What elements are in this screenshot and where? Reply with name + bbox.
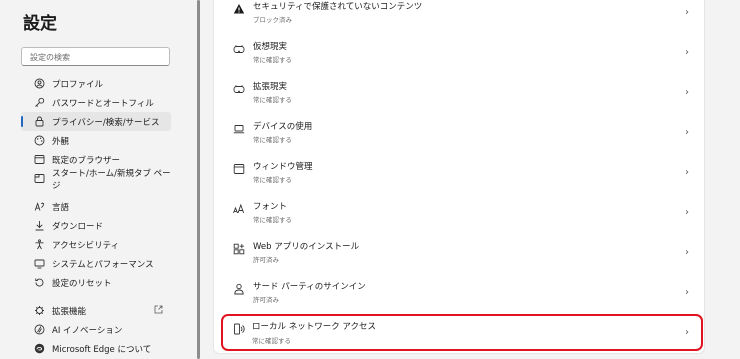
scrollbar-thumb[interactable] (197, 0, 200, 359)
permission-row-window-management[interactable]: ウィンドウ管理 常に確認する › (223, 154, 701, 192)
sidebar-item-label: Microsoft Edge について (52, 344, 152, 355)
external-link-icon (154, 305, 163, 314)
permission-row-device-use[interactable]: デバイスの使用 常に確認する › (223, 114, 701, 152)
sidebar-item-label: ダウンロード (52, 221, 104, 232)
permission-title: Web アプリのインストール (253, 242, 360, 252)
permission-row-vr[interactable]: 仮想現実 常に確認する › (223, 34, 701, 72)
permission-status: 常に確認する (252, 337, 291, 345)
profile-icon (34, 78, 45, 89)
chevron-right-icon: › (685, 7, 689, 18)
sidebar-item-start-home[interactable]: スタート/ホーム/新規タブ ページ (21, 168, 171, 191)
chevron-right-icon: › (685, 47, 689, 58)
sidebar-item-languages[interactable]: 言語 (21, 197, 171, 216)
permission-status: 常に確認する (253, 136, 292, 144)
page-title: 設定 (23, 14, 57, 34)
sidebar-item-extensions[interactable]: 拡張機能 (21, 301, 171, 320)
reset-icon (34, 277, 45, 288)
permission-title: 仮想現実 (253, 42, 288, 52)
extensions-icon (34, 305, 45, 316)
vr-headset-icon (233, 43, 245, 55)
permission-status: 常に確認する (253, 56, 292, 64)
key-icon (34, 97, 45, 108)
sidebar-item-privacy[interactable]: プライバシー/検索/サービス (21, 112, 171, 131)
permission-row-local-network-access[interactable]: ローカル ネットワーク アクセス 常に確認する › (221, 314, 703, 351)
home-icon (34, 173, 45, 184)
chevron-right-icon: › (685, 167, 689, 178)
sidebar-item-label: AI イノベーション (52, 325, 123, 336)
permission-row-web-app-install[interactable]: Web アプリのインストール 許可済み › (223, 234, 701, 272)
sidebar-item-appearance[interactable]: 外観 (21, 131, 171, 150)
permission-row-third-party-signin[interactable]: サード パーティのサインイン 許可済み › (223, 274, 701, 312)
accessibility-icon (34, 239, 45, 250)
appearance-icon (34, 135, 45, 146)
sidebar-item-profile[interactable]: プロファイル (21, 74, 171, 93)
laptop-icon (233, 123, 245, 135)
search-input[interactable]: 設定の検索 (21, 47, 170, 66)
system-icon (34, 258, 45, 269)
sidebar: 設定 設定の検索 プロファイル パスワードとオートフィル プライバシー/検索/サ… (0, 0, 200, 359)
sidebar-item-passwords[interactable]: パスワードとオートフィル (21, 93, 171, 112)
chevron-right-icon: › (685, 127, 689, 138)
browser-icon (34, 154, 45, 165)
warning-icon (233, 3, 245, 15)
edge-icon (34, 343, 45, 354)
sidebar-item-label: アクセシビリティ (52, 240, 120, 251)
sidebar-item-label: 外観 (52, 136, 70, 147)
permission-status: 常に確認する (253, 96, 292, 104)
permission-status: 常に確認する (253, 176, 292, 184)
permission-status: 常に確認する (253, 216, 292, 224)
sidebar-item-label: パスワードとオートフィル (52, 98, 154, 109)
permission-status: 許可済み (253, 296, 279, 304)
sidebar-item-accessibility[interactable]: アクセシビリティ (21, 235, 171, 254)
apps-icon (233, 243, 245, 255)
lock-icon (34, 116, 45, 127)
sidebar-item-label: システムとパフォーマンス (52, 259, 154, 270)
permission-status: ブロック済み (253, 16, 292, 24)
sidebar-item-label: 言語 (52, 202, 70, 213)
permission-row-fonts[interactable]: フォント 常に確認する › (223, 194, 701, 232)
ar-headset-icon (233, 83, 245, 95)
font-icon (233, 203, 245, 215)
network-device-icon (233, 323, 245, 335)
permission-row-insecure-content[interactable]: セキュリティで保護されていないコンテンツ ブロック済み › (223, 0, 701, 32)
person-icon (233, 283, 245, 295)
language-icon (34, 201, 45, 212)
sidebar-item-downloads[interactable]: ダウンロード (21, 216, 171, 235)
permission-title: フォント (253, 202, 288, 212)
sidebar-item-label: 拡張機能 (52, 306, 87, 317)
sidebar-item-ai[interactable]: AI イノベーション (21, 320, 171, 339)
sidebar-item-label: プロファイル (52, 79, 104, 90)
window-icon (233, 163, 245, 175)
sidebar-item-system[interactable]: システムとパフォーマンス (21, 254, 171, 273)
permission-title: セキュリティで保護されていないコンテンツ (253, 2, 423, 12)
permission-title: ローカル ネットワーク アクセス (252, 322, 376, 332)
chevron-right-icon: › (685, 247, 689, 258)
sidebar-item-label: プライバシー/検索/サービス (52, 117, 160, 128)
permission-title: サード パーティのサインイン (253, 282, 366, 292)
permission-status: 許可済み (253, 256, 279, 264)
chevron-right-icon: › (685, 327, 689, 338)
sidebar-item-label: 設定のリセット (52, 278, 112, 289)
chevron-right-icon: › (685, 207, 689, 218)
chevron-right-icon: › (685, 287, 689, 298)
sidebar-item-label: 既定のブラウザー (52, 155, 121, 166)
sidebar-item-about[interactable]: Microsoft Edge について (21, 339, 171, 358)
permission-title: ウィンドウ管理 (253, 162, 313, 172)
permission-title: 拡張現実 (253, 82, 288, 92)
sidebar-item-reset[interactable]: 設定のリセット (21, 273, 171, 292)
permission-title: デバイスの使用 (253, 122, 313, 132)
active-indicator (21, 116, 23, 127)
permission-row-ar[interactable]: 拡張現実 常に確認する › (223, 74, 701, 112)
chevron-right-icon: › (685, 87, 689, 98)
download-icon (34, 220, 45, 231)
ai-icon (34, 324, 45, 335)
sidebar-item-label: スタート/ホーム/新規タブ ページ (52, 168, 171, 191)
